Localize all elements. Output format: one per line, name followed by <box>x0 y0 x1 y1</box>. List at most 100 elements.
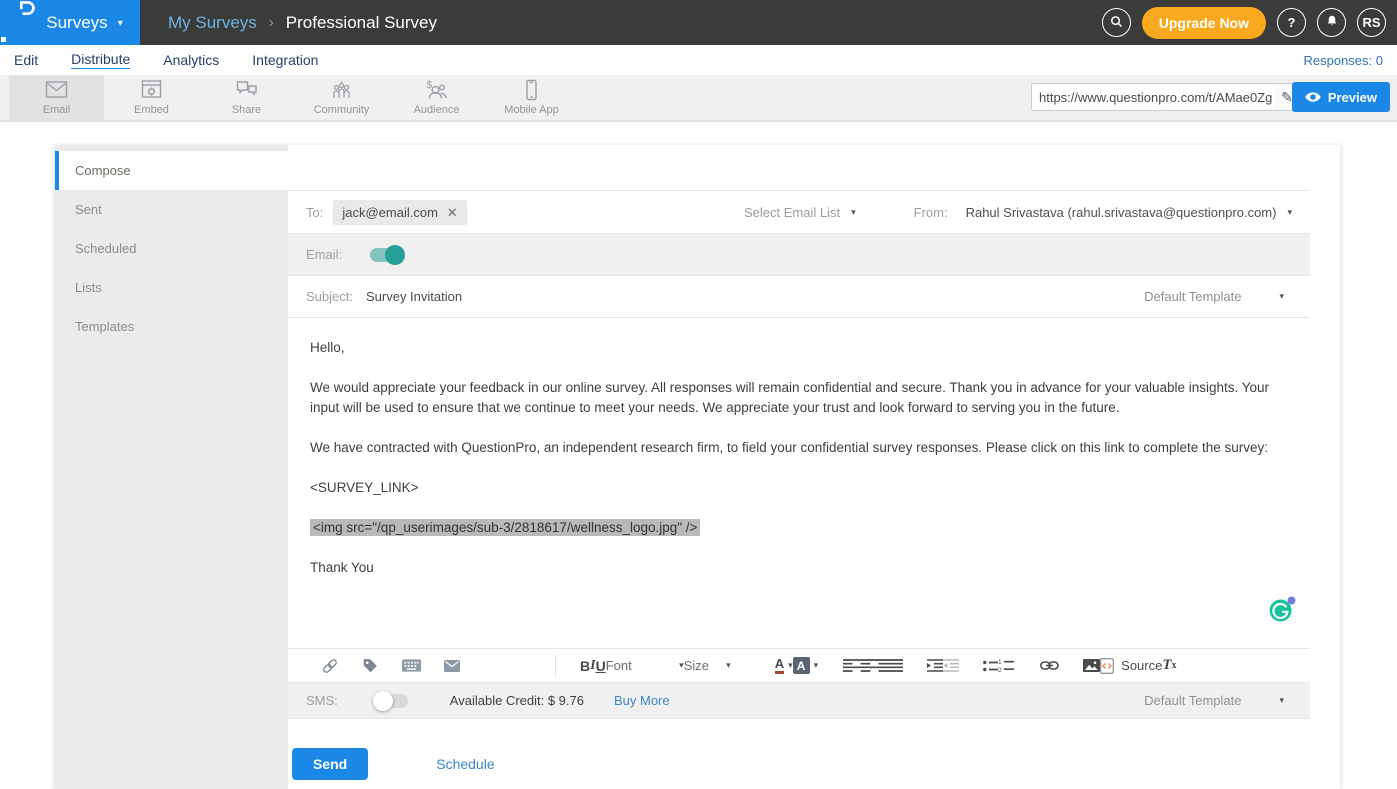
sms-row: SMS: Available Credit: $ 9.76 Buy More D… <box>288 683 1310 719</box>
indent-button[interactable] <box>927 659 943 672</box>
header-actions: Upgrade Now ? RS <box>1102 7 1397 39</box>
avatar-initials: RS <box>1362 15 1380 30</box>
background-color-button[interactable]: A ▾ <box>793 657 819 674</box>
survey-link-token: <SURVEY_LINK> <box>310 478 1288 498</box>
chevron-down-icon: ▾ <box>814 660 819 671</box>
channel-community[interactable]: Community <box>294 75 389 120</box>
email-toggle[interactable] <box>370 248 402 262</box>
eye-icon <box>1305 90 1321 105</box>
channel-embed[interactable]: Embed <box>104 75 199 120</box>
hyperlink-button[interactable] <box>1040 660 1059 671</box>
sidebar-item-compose[interactable]: Compose <box>55 151 288 190</box>
insert-image-button[interactable] <box>1083 659 1100 672</box>
sms-template-dropdown[interactable]: Default Template ▾ <box>1144 693 1292 708</box>
compose-form: To: jack@email.com ✕ Select Email List ▾… <box>288 190 1310 719</box>
svg-text:2: 2 <box>998 667 1002 672</box>
sidebar-item-label: Sent <box>75 202 102 217</box>
bold-button[interactable]: B <box>580 658 590 674</box>
sms-toggle[interactable] <box>376 694 408 708</box>
question-mark-icon: ? <box>1288 15 1296 30</box>
upgrade-now-button[interactable]: Upgrade Now <box>1142 7 1266 39</box>
keyboard-button[interactable] <box>402 659 421 672</box>
schedule-link[interactable]: Schedule <box>436 756 494 772</box>
align-left-button[interactable] <box>843 659 858 672</box>
sidebar-item-label: Lists <box>75 280 102 295</box>
select-email-list-dropdown[interactable]: Select Email List ▾ <box>744 205 856 220</box>
notifications-button[interactable] <box>1317 8 1346 37</box>
distribute-channel-bar: Email Embed Share Community $ Audience M… <box>0 75 1397 122</box>
sidebar-item-scheduled[interactable]: Scheduled <box>55 229 288 268</box>
merge-tag-button[interactable] <box>362 657 379 674</box>
text-color-button[interactable]: A ▾ <box>753 657 793 674</box>
from-dropdown[interactable]: Rahul Srivastava (rahul.srivastava@quest… <box>948 205 1292 220</box>
breadcrumb: My Surveys › Professional Survey <box>168 13 437 33</box>
tab-integration[interactable]: Integration <box>252 52 318 69</box>
survey-url-input[interactable] <box>1032 90 1274 105</box>
responses-count[interactable]: Responses: 0 <box>1304 53 1384 68</box>
source-button[interactable]: Source <box>1100 658 1162 674</box>
channel-label: Email <box>43 104 71 116</box>
sidebar-item-label: Compose <box>75 163 131 178</box>
insert-email-button[interactable] <box>444 660 460 672</box>
toggle-knob <box>385 245 405 265</box>
grammarly-icon[interactable] <box>1267 594 1297 624</box>
subject-value[interactable]: Survey Invitation <box>366 289 462 304</box>
outdent-button[interactable] <box>943 659 959 672</box>
survey-url-field: ✎ <box>1031 83 1301 111</box>
product-label: Surveys <box>46 13 107 33</box>
bullet-list-button[interactable] <box>983 660 998 672</box>
size-dropdown-label: Size <box>684 658 709 673</box>
available-credit: Available Credit: $ 9.76 <box>450 693 584 708</box>
tab-edit[interactable]: Edit <box>14 52 38 69</box>
email-icon <box>44 79 69 101</box>
chevron-down-icon: ▾ <box>1287 207 1292 218</box>
email-template-dropdown[interactable]: Default Template ▾ <box>1144 289 1292 304</box>
channel-share[interactable]: Share <box>199 75 294 120</box>
from-value: Rahul Srivastava (rahul.srivastava@quest… <box>966 205 1277 220</box>
sidebar-item-sent[interactable]: Sent <box>55 190 288 229</box>
tab-distribute[interactable]: Distribute <box>71 51 130 69</box>
embed-icon <box>139 79 164 101</box>
sidebar-item-templates[interactable]: Templates <box>55 307 288 346</box>
mobile-app-icon <box>519 79 544 101</box>
text-color-a-icon: A <box>775 657 784 674</box>
toolbar-divider <box>555 655 556 677</box>
numbered-list-button[interactable]: 12 <box>998 659 1014 672</box>
recipient-chip[interactable]: jack@email.com ✕ <box>333 200 466 225</box>
breadcrumb-my-surveys[interactable]: My Surveys <box>168 13 257 33</box>
preview-button[interactable]: Preview <box>1292 82 1390 112</box>
align-right-button[interactable] <box>873 659 888 672</box>
underline-button[interactable]: U <box>596 658 606 674</box>
to-label: To: <box>306 205 323 220</box>
buy-more-link[interactable]: Buy More <box>614 693 670 708</box>
audience-icon: $ <box>424 79 449 101</box>
remove-format-t: T <box>1162 657 1171 674</box>
avatar[interactable]: RS <box>1357 8 1386 37</box>
logo-image-tag-highlighted[interactable]: <img src="/qp_userimages/sub-3/2818617/w… <box>310 519 700 536</box>
send-button[interactable]: Send <box>292 748 368 780</box>
channel-audience[interactable]: $ Audience <box>389 75 484 120</box>
email-body-editor[interactable]: Hello, We would appreciate your feedback… <box>288 318 1310 649</box>
search-button[interactable] <box>1102 8 1131 37</box>
email-distribution-card: Compose Sent Scheduled Lists Templates T… <box>55 145 1340 789</box>
channel-mobile-app[interactable]: Mobile App <box>484 75 579 120</box>
font-dropdown[interactable]: Font ▾ <box>606 658 684 673</box>
tab-analytics[interactable]: Analytics <box>163 52 219 69</box>
sms-label: SMS: <box>306 693 338 708</box>
close-icon[interactable]: ✕ <box>447 206 458 219</box>
app-header: Surveys ▾ My Surveys › Professional Surv… <box>0 0 1397 45</box>
chevron-down-icon: ▾ <box>1279 695 1284 706</box>
product-switcher[interactable]: Surveys ▾ <box>0 0 140 45</box>
justify-button[interactable] <box>888 659 903 672</box>
remove-format-button[interactable]: Tx <box>1162 657 1176 674</box>
send-actions: Send Schedule <box>288 748 1310 780</box>
align-center-button[interactable] <box>858 659 873 672</box>
sidebar-item-label: Templates <box>75 319 134 334</box>
size-dropdown[interactable]: Size ▾ <box>684 658 731 673</box>
bell-icon <box>1325 14 1339 31</box>
help-button[interactable]: ? <box>1277 8 1306 37</box>
insert-link-button[interactable] <box>321 657 339 675</box>
sidebar-item-lists[interactable]: Lists <box>55 268 288 307</box>
channel-email[interactable]: Email <box>9 75 104 120</box>
questionpro-logo-icon <box>17 0 36 47</box>
